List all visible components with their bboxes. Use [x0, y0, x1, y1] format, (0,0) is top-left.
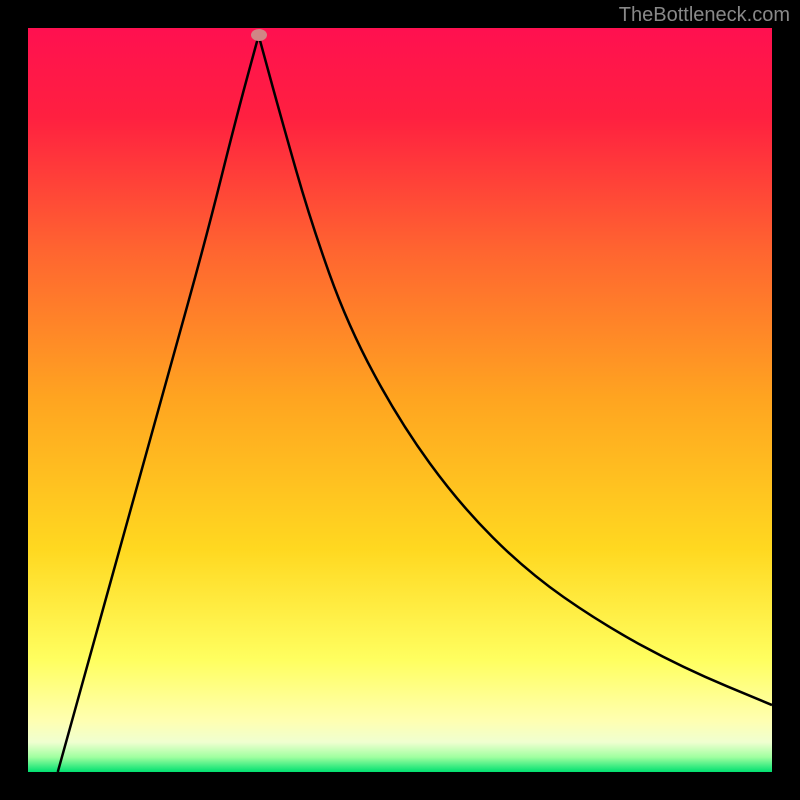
bottleneck-curve: [28, 28, 772, 772]
chart-area: [28, 28, 772, 772]
minimum-marker: [251, 29, 267, 41]
watermark-text: TheBottleneck.com: [619, 4, 790, 27]
